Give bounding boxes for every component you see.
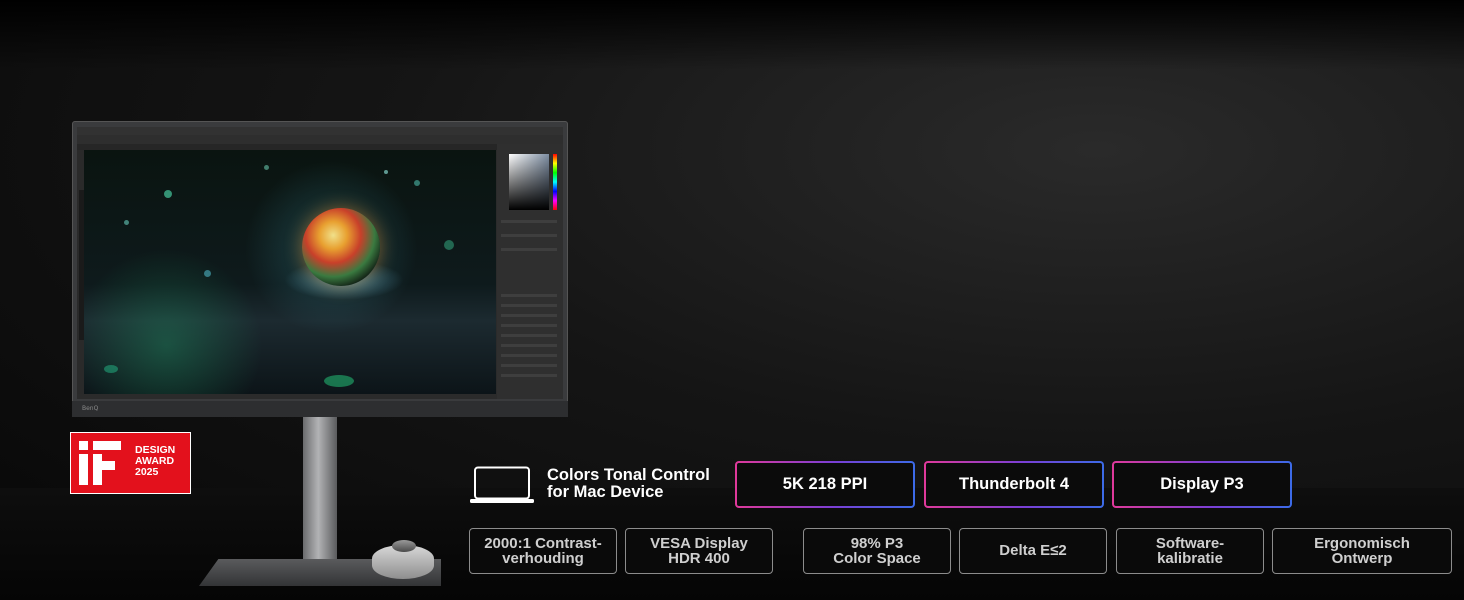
hue-slider [553,154,557,210]
monitor-display: BenQ [72,121,568,417]
feature-line2: Ontwerp [1331,550,1393,567]
feature-line1: Software- [1155,534,1225,552]
monitor-bottom-bezel: BenQ [72,401,568,417]
if-logo-icon [79,441,121,485]
feature-chip-label: 5K 218 PPI [782,475,868,493]
award-text: DESIGN AWARD 2025 [135,445,175,478]
laptop-icon [470,466,534,503]
mac-feature-line2: for Mac Device [547,483,664,501]
feature-chip-label: Display P3 [1160,475,1244,493]
award-line-year: 2025 [135,466,159,478]
feature-chip-p3-color: 98% P3 Color Space [803,528,951,574]
photoshop-menubar [77,127,563,135]
feature-line2: Color Space [833,550,921,567]
monitor-stand-neck [303,417,337,562]
color-picker-field [509,154,549,210]
photoshop-toolbar [77,150,84,394]
glowing-orb [302,208,380,286]
background-top-fade [0,0,1464,70]
mac-feature-line1: Colors Tonal Control [547,466,710,484]
feature-chip-thunderbolt: Thunderbolt 4 [924,461,1104,508]
feature-line2: verhouding [502,550,584,567]
feature-chip-display-p3: Display P3 [1112,461,1292,508]
feature-chip-contrast: 2000:1 Contrast-verhouding [469,528,617,574]
feature-line1: 98% P3 [850,534,904,552]
feature-chip-label: Thunderbolt 4 [959,475,1069,493]
feature-chip-hdr: VESA Display HDR 400 [625,528,773,574]
feature-line1: 2000:1 Contrast- [484,534,602,552]
mac-feature-label: Colors Tonal Control for Mac Device [547,467,732,501]
feature-line1: VESA Display [650,534,748,552]
feature-chip-calibration: Software-kalibratie [1116,528,1264,574]
feature-chip-delta-e: Delta E≤2 [959,528,1107,574]
feature-chip-ergonomic: Ergonomisch Ontwerp [1272,528,1452,574]
photoshop-canvas-image [84,150,496,394]
photoshop-panels [497,144,563,399]
hotkey-puck-knob [392,540,416,552]
feature-chip-5k-ppi: 5K 218 PPI [735,461,915,508]
feature-line2: kalibratie [1157,550,1223,567]
feature-line1: Ergonomisch [1314,534,1410,552]
feature-line1: Delta E≤2 [999,542,1067,560]
feature-line2: HDR 400 [668,550,730,567]
monitor-brand-logo: BenQ [82,405,99,412]
monitor-screen [77,127,563,399]
if-design-award-badge: DESIGN AWARD 2025 [70,432,191,494]
